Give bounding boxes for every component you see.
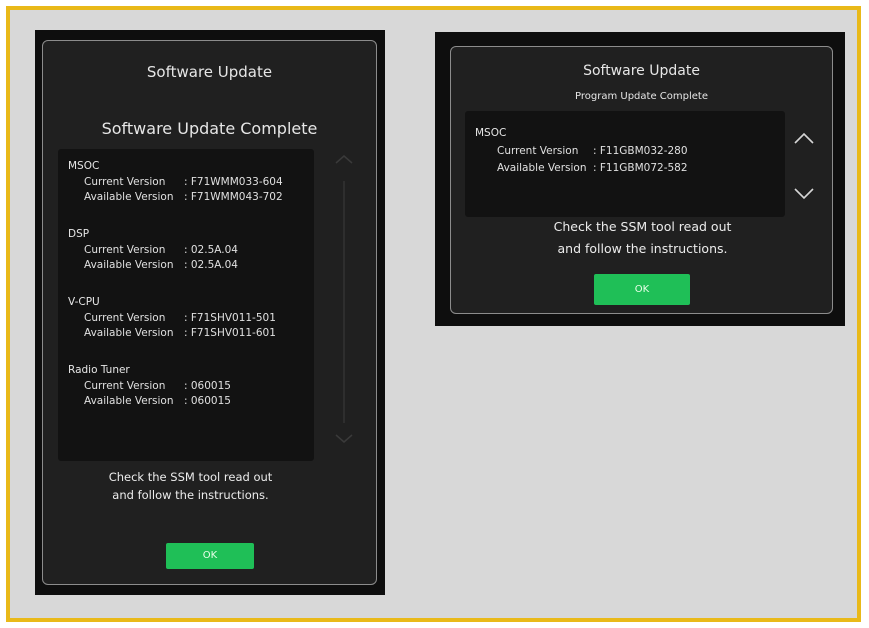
left-dialog: Software Update Software Update Complete… (42, 40, 377, 585)
chevron-up-icon[interactable] (334, 153, 354, 165)
left-dialog-heading: Software Update Complete (101, 119, 318, 138)
left-screen: Software Update Software Update Complete… (35, 30, 385, 595)
version-section: Radio Tuner Current Version : 060015 Ava… (68, 364, 308, 410)
right-dialog-header: Software Update (583, 63, 700, 79)
available-version-value: : F11GBM072-582 (593, 162, 688, 174)
scrollbar-track[interactable] (343, 181, 345, 423)
left-message-line1: Check the SSM tool read out (108, 470, 273, 484)
section-name: DSP (68, 228, 90, 240)
current-version-row: Current Version : 02.5A.04 (84, 244, 308, 259)
available-version-label: Available Version (84, 259, 174, 271)
version-section: DSP Current Version : 02.5A.04 Available… (68, 228, 308, 274)
section-name: V-CPU (68, 296, 100, 308)
left-version-list: MSOC Current Version : F71WMM033-604 Ava… (58, 149, 314, 461)
available-version-row: Available Version : F71SHV011-601 (84, 327, 308, 342)
current-version-row: Current Version : F71WMM033-604 (84, 176, 308, 191)
available-version-label: Available Version (84, 191, 174, 203)
version-section: MSOC Current Version : F71WMM033-604 Ava… (68, 160, 308, 206)
current-version-row: Current Version : F11GBM032-280 (497, 145, 775, 162)
right-dialog-subheading: Program Update Complete (575, 91, 708, 102)
available-version-row: Available Version : 02.5A.04 (84, 259, 308, 274)
current-version-label: Current Version (497, 145, 579, 157)
available-version-row: Available Version : 060015 (84, 395, 308, 410)
right-screen: Software Update Program Update Complete … (435, 32, 845, 326)
available-version-value: : 02.5A.04 (184, 259, 238, 271)
left-message-line2: and follow the instructions. (112, 488, 269, 502)
available-version-value: : F71SHV011-601 (184, 327, 276, 339)
current-version-value: : 060015 (184, 380, 231, 392)
section-name: Radio Tuner (68, 364, 130, 376)
available-version-label: Available Version (84, 395, 174, 407)
current-version-value: : F11GBM032-280 (593, 145, 688, 157)
current-version-value: : F71SHV011-501 (184, 312, 276, 324)
current-version-label: Current Version (84, 244, 166, 256)
current-version-label: Current Version (84, 176, 166, 188)
available-version-value: : F71WMM043-702 (184, 191, 283, 203)
available-version-row: Available Version : F71WMM043-702 (84, 191, 308, 206)
section-name: MSOC (475, 127, 507, 139)
current-version-row: Current Version : 060015 (84, 380, 308, 395)
available-version-value: : 060015 (184, 395, 231, 407)
left-dialog-header: Software Update (146, 63, 273, 81)
right-message-line2: and follow the instructions. (557, 241, 728, 256)
available-version-label: Available Version (497, 162, 587, 174)
version-section: MSOC Current Version : F11GBM032-280 Ava… (475, 127, 775, 179)
chevron-up-icon[interactable] (793, 131, 815, 145)
current-version-label: Current Version (84, 312, 166, 324)
right-version-list: MSOC Current Version : F11GBM032-280 Ava… (465, 111, 785, 217)
chevron-down-icon[interactable] (793, 187, 815, 201)
version-section: V-CPU Current Version : F71SHV011-501 Av… (68, 296, 308, 342)
current-version-label: Current Version (84, 380, 166, 392)
available-version-row: Available Version : F11GBM072-582 (497, 162, 775, 179)
current-version-value: : F71WMM033-604 (184, 176, 283, 188)
section-name: MSOC (68, 160, 100, 172)
right-message-line1: Check the SSM tool read out (553, 219, 732, 234)
right-dialog: Software Update Program Update Complete … (450, 46, 833, 314)
right-ok-button[interactable]: OK (594, 274, 690, 305)
current-version-row: Current Version : F71SHV011-501 (84, 312, 308, 327)
left-ok-button[interactable]: OK (166, 543, 254, 569)
current-version-value: : 02.5A.04 (184, 244, 238, 256)
chevron-down-icon[interactable] (334, 433, 354, 445)
available-version-label: Available Version (84, 327, 174, 339)
